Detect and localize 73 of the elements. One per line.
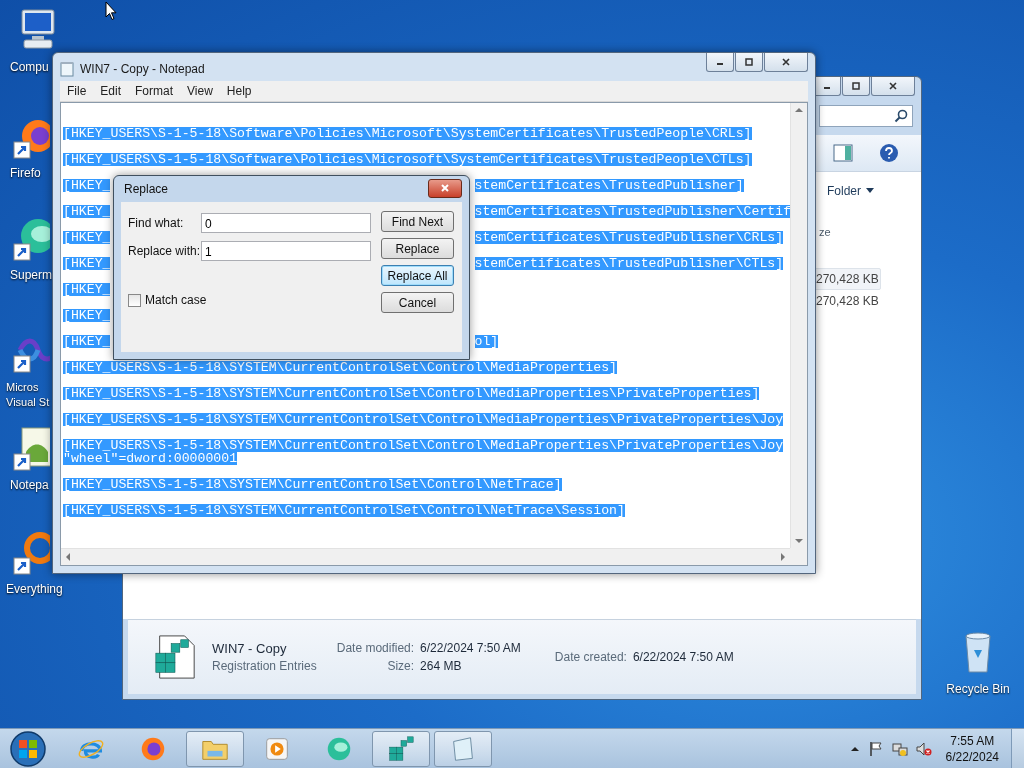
detail-label: Date created:	[554, 650, 627, 664]
vertical-scrollbar[interactable]	[790, 103, 807, 548]
menu-item[interactable]: File	[60, 84, 94, 98]
start-button[interactable]	[8, 728, 48, 768]
show-hidden-icons-icon[interactable]	[849, 744, 860, 753]
dialog-button[interactable]: Replace All	[381, 265, 454, 286]
menu-item[interactable]: View	[180, 84, 220, 98]
detail-label: Size:	[386, 659, 415, 673]
detail-value: 264 MB	[420, 659, 463, 673]
notepad-icon	[60, 61, 74, 77]
scroll-left-icon[interactable]	[65, 553, 71, 561]
maximize-button[interactable]	[842, 77, 870, 96]
file-size-cell[interactable]: 270,428 KB	[813, 290, 881, 312]
column-header[interactable]: ze	[817, 226, 881, 248]
maximize-icon	[743, 57, 755, 67]
file-size-cell[interactable]: 270,428 KB	[813, 268, 881, 290]
field-label: Replace with:	[128, 244, 201, 258]
detail-value: 6/22/2024 7:50 AM	[632, 650, 734, 664]
file-name: WIN7 - Copy	[212, 641, 288, 656]
window-title: WIN7 - Copy - Notepad	[80, 62, 206, 76]
clock-date[interactable]: 6/22/2024	[945, 748, 999, 765]
detail-label: Date modified:	[336, 641, 415, 655]
speaker-muted-icon[interactable]	[915, 740, 932, 757]
file-type: Registration Entries	[212, 659, 317, 673]
arrange-by-dropdown[interactable]: Folder	[817, 184, 881, 198]
taskbar-button[interactable]	[434, 730, 492, 767]
scroll-down-icon[interactable]	[795, 538, 803, 544]
desktop-icon-label[interactable]: Notepa	[10, 478, 49, 493]
taskbar-button[interactable]	[186, 730, 244, 767]
checkbox-label[interactable]: Match case	[145, 293, 207, 307]
close-button[interactable]	[428, 178, 462, 198]
network-icon[interactable]	[891, 740, 908, 757]
clock-time[interactable]: 7:55 AM	[950, 732, 995, 749]
close-icon	[887, 81, 899, 91]
menu-item[interactable]: Help	[219, 84, 259, 98]
help-icon[interactable]	[879, 143, 899, 163]
menu-item[interactable]: Format	[128, 84, 181, 98]
maximize-icon	[850, 81, 862, 91]
desktop-icon-label[interactable]: Superm	[10, 268, 53, 283]
field-label: Find what:	[128, 216, 185, 230]
dialog-title: Replace	[123, 182, 169, 196]
horizontal-scrollbar[interactable]	[61, 548, 790, 565]
menu-item[interactable]: Edit	[93, 84, 129, 98]
search-icon	[894, 109, 908, 123]
input-field[interactable]: 1	[201, 241, 371, 261]
desktop-icon-label[interactable]: Visual St	[6, 395, 50, 410]
desktop-icon-label[interactable]: Recycle Bin	[946, 682, 1010, 697]
close-icon	[439, 183, 451, 193]
scroll-up-icon[interactable]	[795, 107, 803, 113]
checkbox[interactable]	[128, 293, 141, 307]
input-field[interactable]: 0	[201, 213, 371, 233]
scroll-right-icon[interactable]	[780, 553, 786, 561]
minimize-button[interactable]	[706, 53, 734, 72]
maximize-button[interactable]	[735, 53, 763, 72]
close-icon	[780, 57, 792, 67]
cursor-icon	[105, 1, 117, 21]
detail-value: 6/22/2024 7:50 AM	[420, 641, 521, 655]
notepad-icon[interactable]	[12, 424, 50, 472]
taskbar-button[interactable]	[372, 730, 430, 767]
registry-file-icon	[152, 634, 198, 680]
registry-icon	[386, 733, 416, 764]
dialog-button[interactable]: Replace	[381, 238, 454, 259]
dialog-button[interactable]: Find Next	[381, 211, 454, 232]
desktop-icon-label[interactable]: Compu	[10, 60, 49, 75]
desktop-icon-label[interactable]: Micros	[6, 380, 39, 395]
show-desktop-button[interactable]	[1011, 728, 1024, 768]
dialog-button[interactable]: Cancel	[381, 292, 454, 313]
desktop-icon-label[interactable]: Everything	[6, 582, 63, 597]
search-field[interactable]	[819, 105, 913, 127]
desktop-icon-label[interactable]: Firefo	[10, 166, 41, 181]
flag-icon[interactable]	[867, 740, 884, 757]
preview-pane-icon[interactable]	[833, 143, 853, 163]
caret-icon	[866, 188, 874, 194]
